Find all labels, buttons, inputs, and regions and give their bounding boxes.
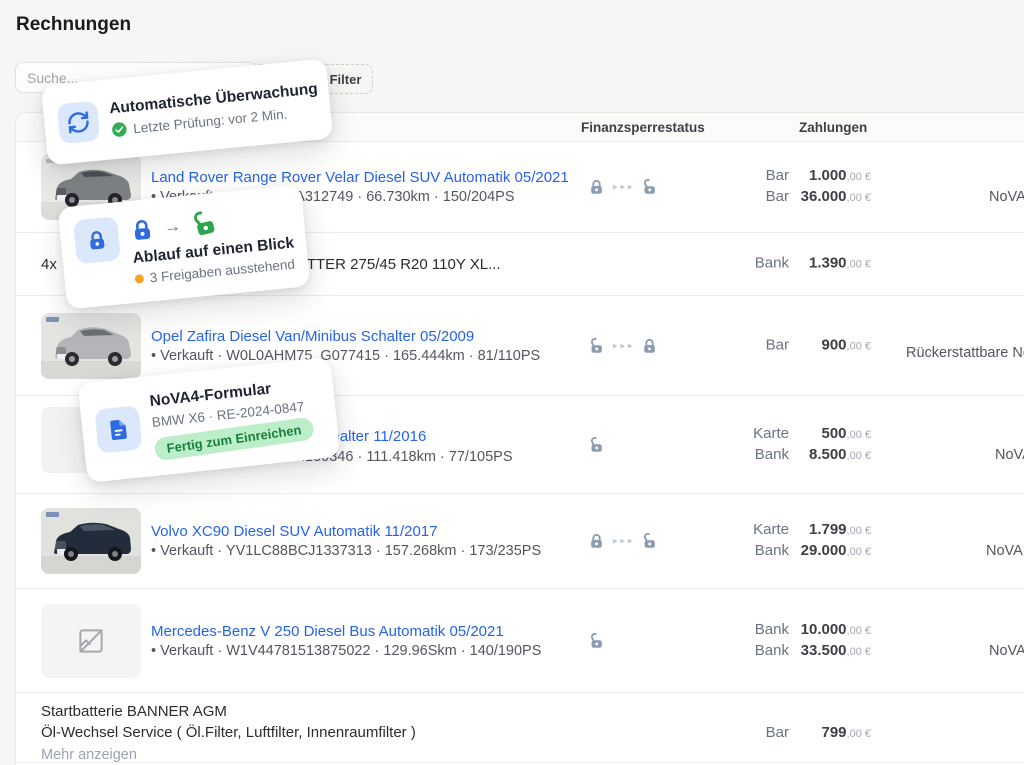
check-circle-icon (111, 121, 128, 138)
payments-cell: Bar1.000,00 € Bar36.000,00 € (701, 166, 871, 208)
vehicle-title-link[interactable]: Volvo XC90 Diesel SUV Automatik 11/2017 (151, 523, 541, 540)
table-row[interactable]: Volvo XC90 Diesel SUV Automatik 11/2017 … (16, 494, 1024, 589)
invoices-page: { "page": { "title": "Rechnungen" }, "to… (0, 0, 1024, 765)
column-header-finance-lock-status: Finanzsperrestatus (581, 120, 705, 135)
service-item: Öl-Wechsel Service ( Öl.Filter, Luftfilt… (41, 724, 416, 741)
finance-lock-status-locked-to-unlocked: ▸▸▸ (588, 533, 658, 550)
finance-lock-status-unlocked (588, 632, 605, 649)
nova-status: NoVA (995, 447, 1024, 463)
finance-lock-status-locked-to-unlocked: ▸▸▸ (588, 179, 658, 196)
lock-closed-icon (73, 216, 121, 264)
payments-cell: Bank10.000,00 € Bank33.500,00 € (701, 620, 871, 662)
vehicle-title-link[interactable]: Mercedes-Benz V 250 Diesel Bus Automatik… (151, 623, 541, 640)
vehicle-title-link[interactable]: Opel Zafira Diesel Van/Minibus Schalter … (151, 328, 540, 345)
document-icon (94, 405, 142, 453)
payments-cell: Bar900,00 € (701, 335, 871, 356)
service-item: Startbatterie BANNER AGM (41, 703, 416, 720)
transition-arrows-icon: ▸▸▸ (613, 182, 636, 193)
transition-arrows-icon: ▸▸▸ (613, 340, 636, 351)
vehicle-photo[interactable] (41, 508, 141, 574)
arrow-right-icon: → (163, 217, 182, 236)
payments-cell: Bank1.390,00 € (701, 254, 871, 275)
lock-closed-icon (129, 216, 155, 242)
page-title: Rechnungen (16, 14, 131, 36)
vehicle-photo[interactable] (41, 313, 141, 379)
column-header-payments: Zahlungen (799, 120, 867, 135)
lock-open-icon (588, 632, 605, 649)
nova-status: NoVA (986, 543, 1023, 559)
table-row[interactable]: Mercedes-Benz V 250 Diesel Bus Automatik… (16, 589, 1024, 693)
vehicle-title-link[interactable]: Land Rover Range Rover Velar Diesel SUV … (151, 169, 569, 186)
lock-open-icon (188, 207, 221, 240)
pending-dot-icon (134, 274, 144, 284)
lock-open-icon (588, 436, 605, 453)
missing-photo-placeholder (41, 604, 141, 678)
payments-cell: Bar799,00 € (701, 723, 871, 744)
payments-cell: Karte1.799,00 € Bank29.000,00 € (701, 520, 871, 562)
lock-open-icon (588, 337, 605, 354)
table-row[interactable]: Startbatterie BANNER AGM Öl-Wechsel Serv… (16, 693, 1024, 763)
vehicle-details: • Verkauft · W1V44781513875022 · 129.96S… (151, 643, 541, 659)
nova-status: Rückerstattbare NoVA (906, 345, 1024, 361)
lock-closed-icon (588, 533, 605, 550)
finance-lock-status-unlocked-to-locked: ▸▸▸ (588, 337, 658, 354)
vehicle-title-link[interactable]: chalter 11/2016 (324, 428, 426, 445)
lock-open-icon (641, 179, 658, 196)
transition-arrows-icon: ▸▸▸ (613, 536, 636, 547)
refresh-icon (57, 101, 101, 145)
lock-closed-icon (588, 179, 605, 196)
broken-image-icon (76, 626, 106, 656)
show-more-link[interactable]: Mehr anzeigen (41, 747, 416, 763)
lock-closed-icon (641, 337, 658, 354)
nova-status: NoVA (989, 643, 1024, 659)
payments-cell: Karte500,00 € Bank8.500,00 € (701, 424, 871, 466)
vehicle-details: • Verkauft · W0L0AHM75G077415 · 165.444k… (151, 348, 540, 364)
vehicle-details: • Verkauft · YV1LC88BCJ1337313 · 157.268… (151, 543, 541, 559)
lock-open-icon (641, 533, 658, 550)
nova-status: NoVA (989, 189, 1024, 205)
finance-lock-status-unlocked (588, 436, 605, 453)
